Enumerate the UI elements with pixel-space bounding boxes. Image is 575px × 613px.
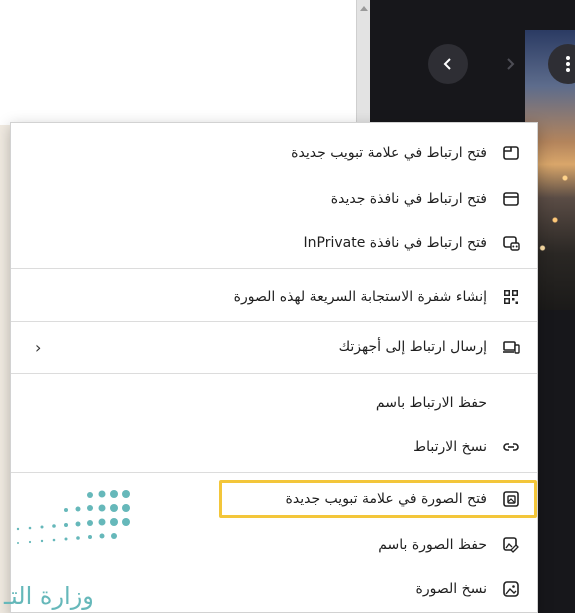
chevron-left-icon	[443, 58, 451, 70]
menu-item-label: إرسال ارتباط إلى أجهزتك	[338, 339, 487, 355]
menu-item-create-qr-code[interactable]: إنشاء شفرة الاستجابة السريعة لهذه الصورة	[11, 279, 537, 315]
menu-item-open-link-new-window[interactable]: فتح ارتباط في نافذة جديدة	[11, 181, 537, 217]
menu-item-label: حفظ الارتباط باسم	[375, 395, 487, 411]
save-image-icon	[499, 533, 523, 557]
highlight-box	[219, 480, 537, 518]
menu-separator	[11, 268, 537, 269]
send-to-devices-icon	[499, 335, 523, 359]
scroll-up-arrow-icon[interactable]	[360, 6, 368, 11]
more-vertical-icon	[566, 56, 570, 72]
menu-item-label: نسخ الصورة	[415, 581, 488, 597]
menu-item-open-link-inprivate[interactable]: فتح ارتباط في نافذة InPrivate	[11, 225, 537, 261]
menu-item-copy-link[interactable]: نسخ الارتباط	[11, 429, 537, 465]
context-menu: فتح ارتباط في علامة تبويب جديدة فتح ارتب…	[10, 122, 538, 613]
menu-item-send-link-to-devices[interactable]: إرسال ارتباط إلى أجهزتك ‹	[11, 329, 537, 365]
menu-item-copy-image[interactable]: نسخ الصورة	[11, 571, 537, 607]
menu-item-label: إنشاء شفرة الاستجابة السريعة لهذه الصورة	[233, 289, 487, 305]
link-icon	[499, 435, 523, 459]
menu-item-open-link-new-tab[interactable]: فتح ارتباط في علامة تبويب جديدة	[11, 135, 537, 171]
submenu-chevron-icon: ‹	[35, 337, 42, 357]
new-window-icon	[499, 187, 523, 211]
inprivate-window-icon	[499, 231, 523, 255]
menu-item-label: حفظ الصورة باسم	[378, 537, 487, 553]
menu-item-save-image-as[interactable]: حفظ الصورة باسم	[11, 527, 537, 563]
vertical-scrollbar[interactable]	[356, 0, 370, 125]
chevron-right-icon	[507, 58, 515, 70]
menu-separator	[11, 321, 537, 322]
copy-image-icon	[499, 577, 523, 601]
menu-item-label: فتح ارتباط في نافذة جديدة	[330, 191, 487, 207]
menu-item-save-link-as[interactable]: حفظ الارتباط باسم	[11, 385, 537, 421]
blank-icon-placeholder	[499, 391, 523, 415]
menu-item-label: فتح ارتباط في نافذة InPrivate	[303, 235, 487, 251]
page-content-area	[0, 0, 364, 125]
new-tab-icon	[499, 141, 523, 165]
menu-separator	[11, 472, 537, 473]
qr-code-icon	[499, 285, 523, 309]
menu-separator	[11, 373, 537, 374]
previous-image-button[interactable]	[428, 44, 468, 84]
menu-item-label: نسخ الارتباط	[413, 439, 487, 455]
menu-item-label: فتح ارتباط في علامة تبويب جديدة	[291, 145, 487, 161]
next-image-button[interactable]	[490, 44, 530, 84]
